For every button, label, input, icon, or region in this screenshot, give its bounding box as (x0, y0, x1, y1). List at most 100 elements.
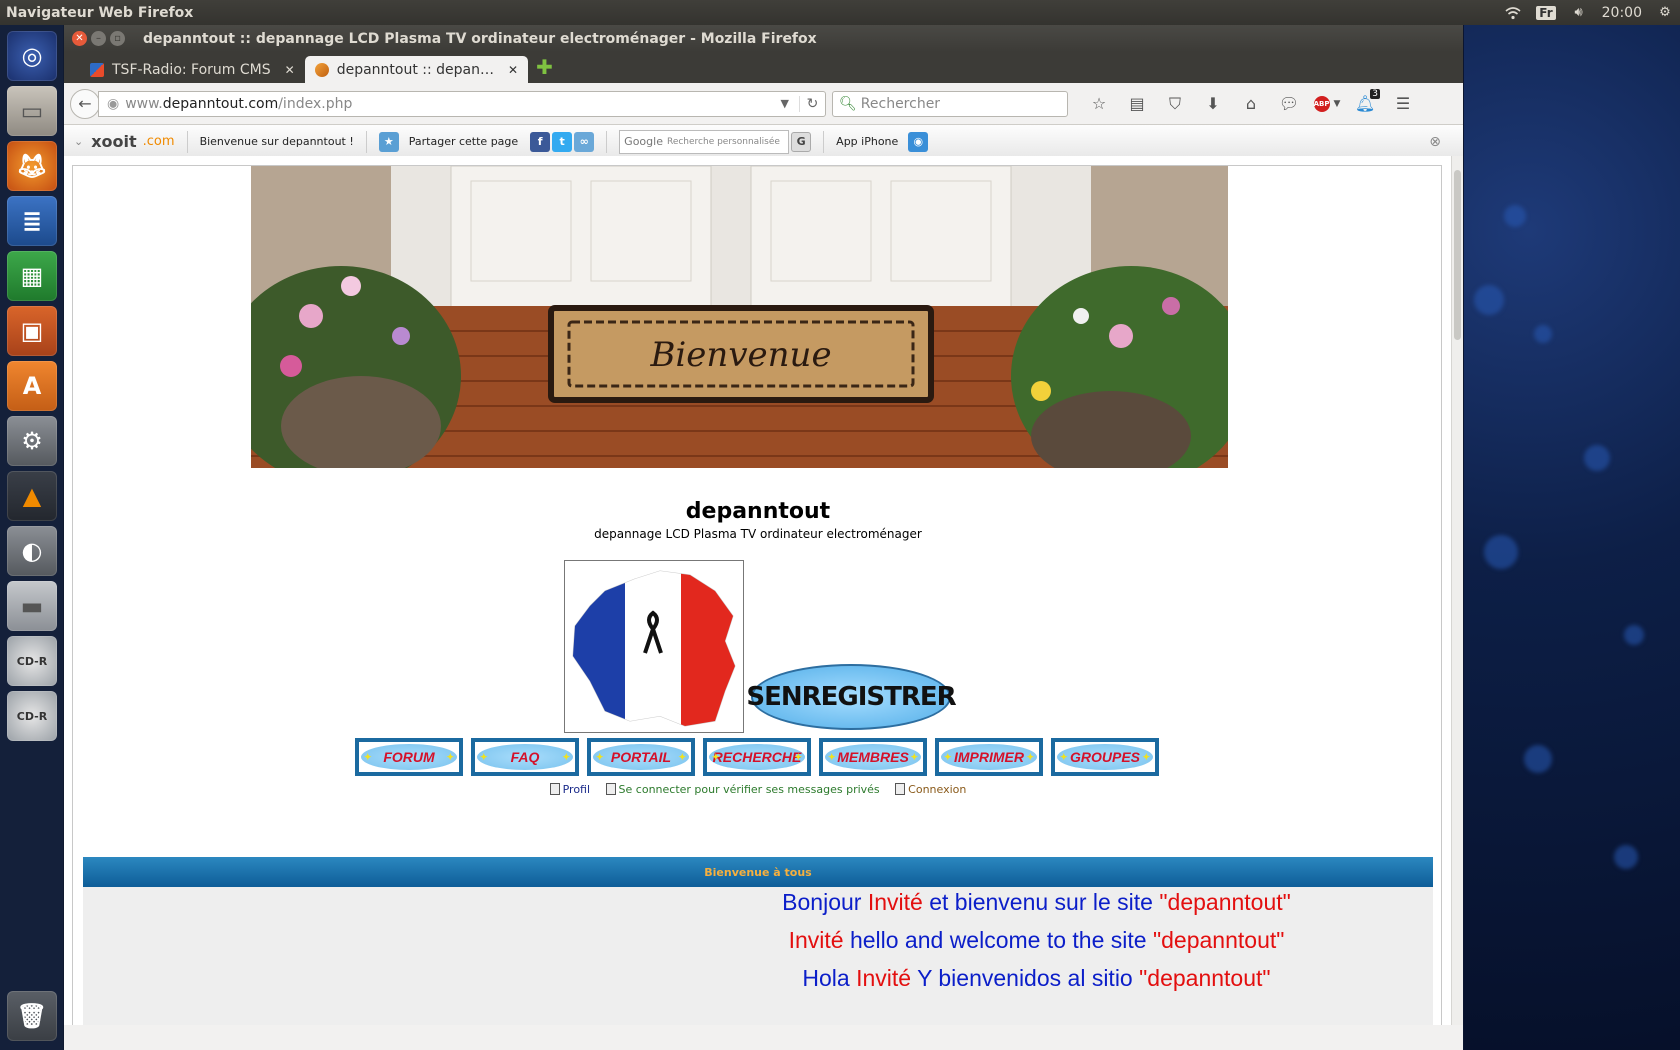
wifi-icon[interactable] (1504, 5, 1522, 21)
home-icon[interactable]: ⌂ (1232, 91, 1270, 117)
unity-launcher: ◎ ▭ 🦊︎ ≣ ▦ ▣ A ⚙ ▲ ◐ ▬ CD-R CD-R 🗑︎ (0, 25, 64, 1050)
downloads-icon[interactable]: ⬇ (1194, 91, 1232, 117)
page-scrollbar[interactable] (1451, 156, 1463, 1025)
desktop-wallpaper (1464, 25, 1680, 1050)
tab-favicon (90, 62, 104, 77)
back-button[interactable]: ← (70, 88, 100, 119)
xooit-dropdown-icon[interactable]: ⌄ (74, 135, 83, 148)
url-history-dropdown-icon[interactable]: ▼ (781, 97, 799, 110)
cd-r-icon[interactable]: CD-R (7, 691, 57, 741)
pocket-icon[interactable]: ⛉ (1156, 91, 1194, 117)
xooit-close-icon[interactable]: ⊗ (1429, 134, 1441, 150)
menu-icon[interactable]: ☰ (1384, 91, 1422, 117)
greeting-english: Invité hello and welcome to the site "de… (788, 927, 1285, 953)
xooit-welcome[interactable]: Bienvenue sur depanntout ! (200, 135, 354, 148)
firefox-icon[interactable]: 🦊︎ (7, 141, 57, 191)
notification-count: 3 (1370, 88, 1380, 99)
vlc-icon[interactable]: ▲ (7, 471, 57, 521)
private-messages-link[interactable]: Se connecter pour vérifier ses messages … (605, 783, 880, 796)
tab-favicon (314, 62, 329, 77)
new-tab-button[interactable]: ✚ (536, 55, 553, 83)
login-link[interactable]: Connexion (895, 783, 966, 796)
delicious-icon[interactable]: ∞ (574, 131, 595, 152)
window-minimize-button[interactable]: – (91, 31, 106, 46)
divider (823, 130, 825, 153)
url-bar[interactable]: ◉ www. depanntout.com/index.php ▼ ↻ (98, 90, 826, 117)
iphone-app-icon[interactable]: ◉ (908, 131, 929, 152)
site-description: depannage LCD Plasma TV ordinateur elect… (594, 527, 922, 541)
wallpaper-bokeh (1524, 745, 1552, 773)
tab-tsf-radio[interactable]: TSF-Radio: Forum CMS ✕ (80, 56, 305, 83)
site-identity-icon[interactable]: ◉ (107, 96, 119, 112)
twitter-icon[interactable]: t (552, 131, 573, 152)
url-host: depanntout.com (162, 95, 279, 112)
drive-icon[interactable]: ▬ (7, 581, 57, 631)
profile-icon (549, 783, 560, 795)
navigation-bar: ← ◉ www. depanntout.com/index.php ▼ ↻ 🔍︎ … (64, 83, 1463, 125)
google-search-input[interactable]: Google Recherche personnalisée (619, 129, 790, 154)
wallpaper-bokeh (1614, 845, 1638, 869)
site-title[interactable]: depanntout (73, 499, 1443, 524)
google-search-button[interactable]: G (791, 131, 812, 152)
facebook-icon[interactable]: f (530, 131, 551, 152)
notifications-icon[interactable]: 🔔︎ 3 (1346, 88, 1384, 117)
search-engine-icon[interactable]: 🔍︎ (839, 96, 857, 112)
volume-icon[interactable]: 🔊︎ (1570, 5, 1588, 21)
window-maximize-button[interactable]: ▫ (110, 31, 125, 46)
user-links: Profil Se connecter pour vérifier ses me… (73, 783, 1443, 796)
system-tray: Fr 🔊︎ 20:00 ⚙ (1504, 5, 1674, 21)
nav-faq-button[interactable]: FAQ (471, 738, 579, 776)
tab-bar: TSF-Radio: Forum CMS ✕ depanntout :: dep… (64, 52, 1463, 83)
system-settings-icon[interactable]: ⚙ (7, 416, 57, 466)
nav-groupes-button[interactable]: GROUPES (1051, 738, 1159, 776)
reload-icon[interactable]: ↻ (799, 95, 825, 112)
nav-imprimer-button[interactable]: IMPRIMER (935, 738, 1043, 776)
tab-depanntout[interactable]: depanntout :: depan… ✕ (304, 56, 529, 83)
register-button[interactable]: SENREGISTRER (746, 664, 957, 730)
nav-portail-button[interactable]: PORTAIL (587, 738, 695, 776)
bookmark-star-icon[interactable]: ☆ (1080, 91, 1118, 117)
window-title: depanntout :: depannage LCD Plasma TV or… (143, 30, 817, 47)
keyboard-layout-indicator[interactable]: Fr (1536, 5, 1556, 20)
search-placeholder: Rechercher (860, 95, 941, 112)
tab-close-icon[interactable]: ✕ (285, 63, 295, 77)
profile-link[interactable]: Profil (549, 783, 590, 796)
toolbar-icons: ☆ ▤ ⛉ ⬇ ⌂ 💬︎ ABP ▼ 🔔︎ 3 ☰ (1080, 88, 1422, 117)
xooit-logo[interactable]: xooit .com (91, 132, 174, 151)
settings-gear-icon[interactable]: ⚙ (1656, 5, 1674, 21)
reading-list-icon[interactable]: ▤ (1118, 91, 1156, 117)
nav-forum-button[interactable]: FORUM (355, 738, 463, 776)
nav-membres-button[interactable]: MEMBRES (819, 738, 927, 776)
messages-icon (605, 783, 616, 795)
window-close-button[interactable]: ✕ (72, 31, 87, 46)
divider (186, 130, 188, 153)
disk-usage-icon[interactable]: ◐ (7, 526, 57, 576)
forum-nav-buttons: FORUM FAQ PORTAIL RECHERCHE MEMBRES IMPR… (355, 738, 1159, 776)
wallpaper-bokeh (1504, 205, 1526, 227)
clock[interactable]: 20:00 (1602, 5, 1642, 21)
software-center-icon[interactable]: A (7, 361, 57, 411)
iphone-app-link[interactable]: App iPhone (836, 135, 898, 148)
nav-recherche-button[interactable]: RECHERCHE (703, 738, 811, 776)
share-page-link[interactable]: Partager cette page (409, 135, 518, 148)
cd-r-icon[interactable]: CD-R (7, 636, 57, 686)
banner-text: Bienvenue (649, 335, 831, 375)
tab-close-icon[interactable]: ✕ (508, 63, 518, 77)
scrollbar-thumb[interactable] (1454, 170, 1461, 340)
chat-icon[interactable]: 💬︎ (1270, 91, 1308, 117)
welcome-panel: Bonjour Invité et bienvenu sur le site "… (83, 887, 1433, 1025)
search-bar[interactable]: 🔍︎ Rechercher (832, 90, 1068, 117)
ubuntu-dash-icon[interactable]: ◎ (7, 31, 57, 81)
trash-icon[interactable]: 🗑︎ (7, 991, 57, 1041)
wallpaper-bokeh (1474, 285, 1504, 315)
libreoffice-impress-icon[interactable]: ▣ (7, 306, 57, 356)
forum-page: Bienvenue depanntout depannage LCD Plasm… (72, 165, 1442, 1025)
libreoffice-writer-icon[interactable]: ≣ (7, 196, 57, 246)
wallpaper-bokeh (1624, 625, 1644, 645)
tab-label: TSF-Radio: Forum CMS (112, 61, 271, 78)
libreoffice-calc-icon[interactable]: ▦ (7, 251, 57, 301)
adblock-icon[interactable]: ABP ▼ (1308, 91, 1346, 117)
files-icon[interactable]: ▭ (7, 86, 57, 136)
active-app-title: Navigateur Web Firefox (6, 4, 194, 21)
share-star-icon[interactable]: ★ (378, 131, 399, 152)
